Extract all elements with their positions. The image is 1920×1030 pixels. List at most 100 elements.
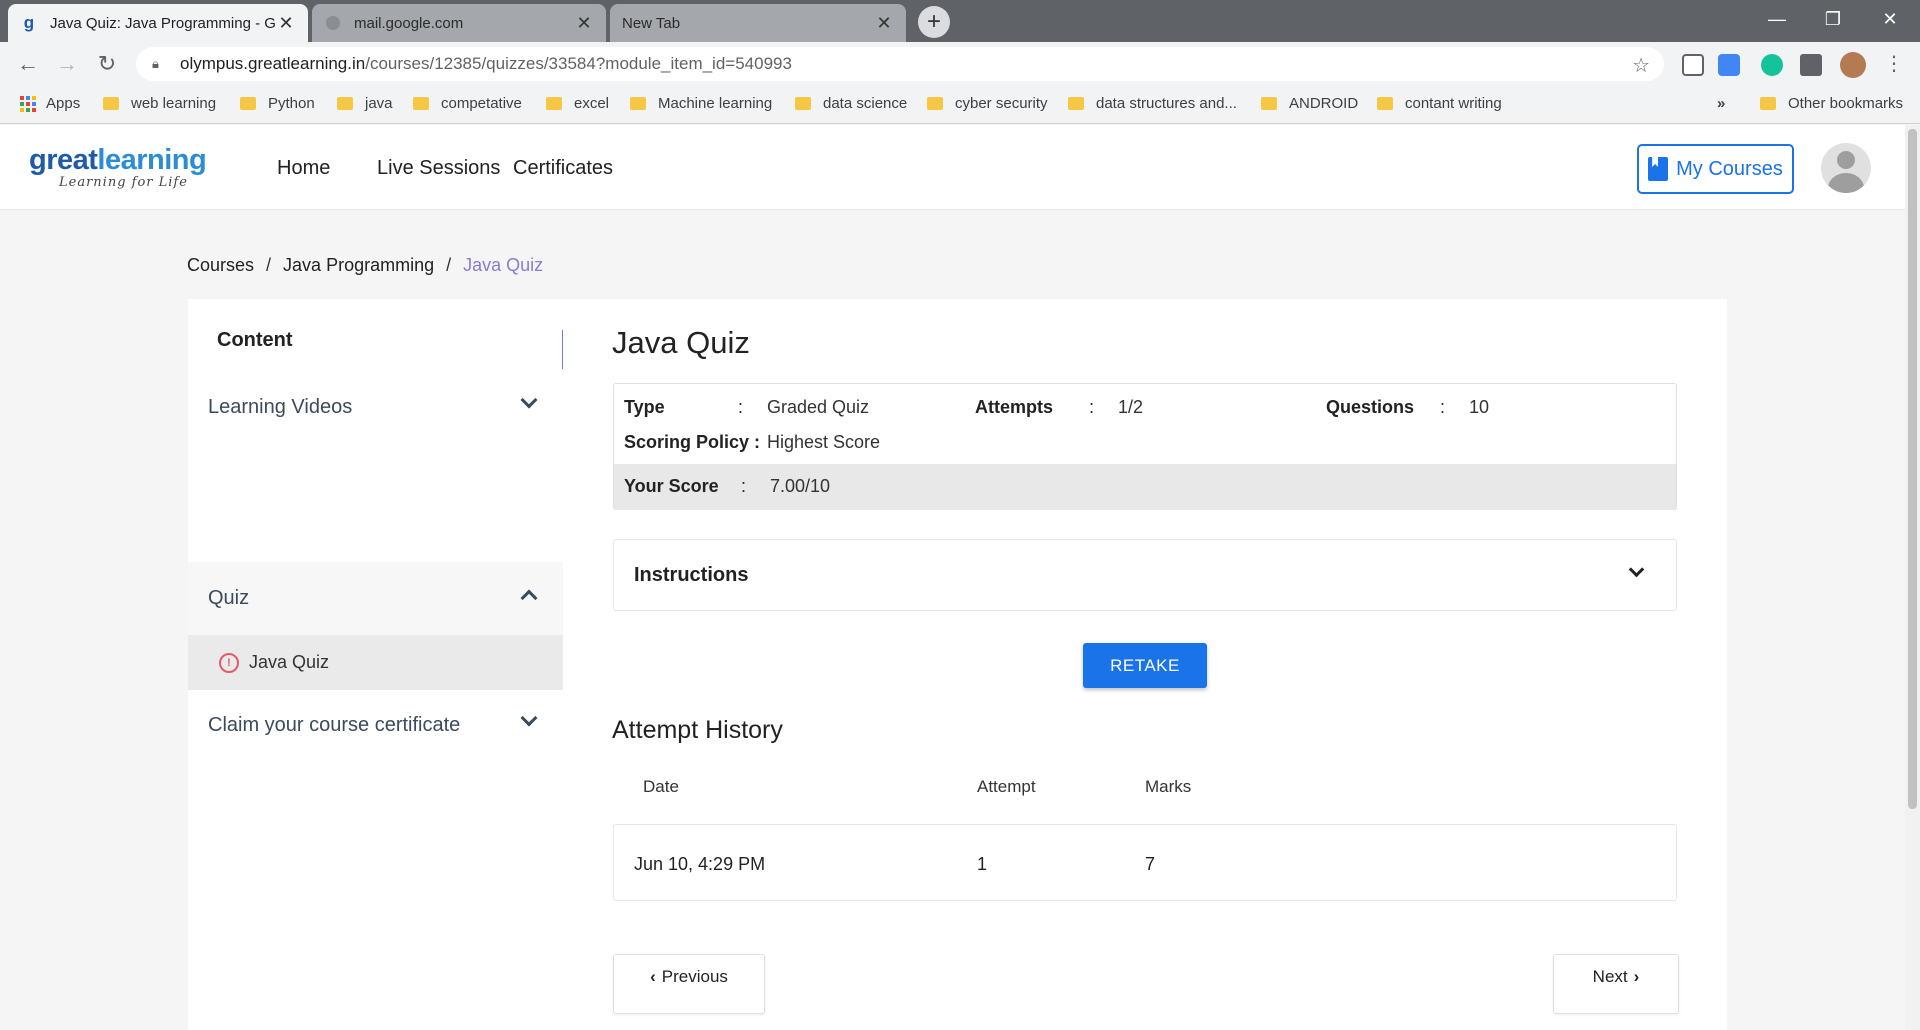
breadcrumb-courses[interactable]: Courses — [187, 255, 254, 276]
my-courses-button[interactable]: My Courses — [1637, 144, 1794, 194]
bookmark-folder[interactable]: web learning — [103, 95, 216, 112]
bookmark-label: competative — [441, 95, 522, 112]
attempt-history-title: Attempt History — [612, 716, 783, 744]
sidebar-title: Content — [217, 329, 293, 351]
bookmark-label: java — [365, 95, 393, 112]
column-header-attempt: Attempt — [977, 777, 1036, 796]
address-bar[interactable]: 🔒︎ olympus.greatlearning.in/courses/1238… — [136, 47, 1664, 81]
bookmark-label: excel — [574, 95, 610, 112]
avatar[interactable] — [1821, 143, 1871, 193]
nav-live-sessions[interactable]: Live Sessions — [377, 157, 500, 180]
minimize-icon[interactable]: — — [1749, 0, 1805, 38]
nav-home[interactable]: Home — [277, 157, 330, 180]
bookmark-folder[interactable]: cyber security — [927, 95, 1048, 112]
greatlearning-logo[interactable]: greatlearning Learning for Life — [29, 144, 207, 190]
bookmarks-overflow-button[interactable]: » — [1717, 95, 1725, 112]
forward-icon[interactable]: → — [53, 50, 81, 78]
lock-icon: 🔒︎ — [152, 56, 159, 71]
chevron-left-icon: ‹ — [650, 967, 656, 986]
folder-icon — [1261, 97, 1277, 110]
attempts-value: 1/2 — [1118, 397, 1144, 417]
bookmark-folder[interactable]: java — [337, 95, 393, 112]
back-icon[interactable]: ← — [14, 50, 42, 78]
bookmark-apps[interactable]: Apps — [20, 95, 80, 112]
bookmark-star-icon[interactable]: ☆ — [1632, 53, 1650, 78]
score-row: Your Score : 7.00/10 — [614, 464, 1676, 510]
breadcrumb-current: Java Quiz — [463, 255, 544, 275]
close-window-icon[interactable]: ✕ — [1862, 0, 1918, 38]
close-tab-icon[interactable]: ✕ — [276, 13, 296, 34]
bookmark-label: data science — [823, 95, 908, 112]
close-tab-icon[interactable]: ✕ — [574, 13, 594, 34]
folder-icon — [1760, 97, 1776, 110]
bookmark-folder[interactable]: contant writing — [1377, 95, 1502, 112]
logo-text-learning: learning — [97, 144, 207, 176]
attempt-date: Jun 10, 4:29 PM — [634, 854, 766, 874]
close-tab-icon[interactable]: ✕ — [874, 13, 894, 34]
sidebar-section-quiz[interactable]: Quiz — [188, 562, 563, 635]
bookmark-folder[interactable]: ANDROID — [1261, 95, 1358, 112]
grammarly-icon[interactable] — [1761, 54, 1783, 76]
breadcrumb-java-programming[interactable]: Java Programming — [283, 255, 434, 276]
browser-toolbar: ← → ↻ 🔒︎ olympus.greatlearning.in/course… — [0, 42, 1920, 86]
questions-value: 10 — [1469, 397, 1490, 417]
bookmark-label: ANDROID — [1289, 95, 1359, 112]
greatlearning-favicon-icon: g — [23, 13, 35, 32]
bookmark-label: web learning — [131, 95, 217, 112]
sidebar-section-label: Claim your course certificate — [208, 713, 461, 736]
table-row: Jun 10, 4:29 PM 1 7 — [613, 824, 1677, 901]
sidebar-section-learning-videos[interactable]: Learning Videos — [188, 372, 563, 442]
folder-icon — [630, 97, 646, 110]
colon: : — [1089, 397, 1095, 417]
extensions-icon[interactable] — [1800, 54, 1822, 76]
book-icon — [1648, 157, 1669, 181]
translate-icon[interactable] — [1718, 54, 1740, 76]
bookmark-folder[interactable]: competative — [413, 95, 522, 112]
bookmark-folder[interactable]: Python — [240, 95, 315, 112]
restore-icon[interactable]: ❐ — [1805, 0, 1861, 38]
new-tab-button[interactable]: + — [918, 6, 950, 38]
breadcrumb-separator: / — [266, 255, 272, 275]
type-label: Type — [624, 397, 665, 417]
bookmark-folder[interactable]: data science — [795, 95, 907, 112]
other-bookmarks[interactable]: Other bookmarks — [1760, 95, 1903, 112]
sidebar-section-label: Quiz — [208, 587, 250, 609]
breadcrumb-separator: / — [446, 255, 452, 275]
page-title: Java Quiz — [612, 325, 750, 360]
bookmark-folder[interactable]: data structures and... — [1068, 95, 1237, 112]
sidebar-item-java-quiz[interactable]: ! Java Quiz — [188, 635, 563, 690]
apps-grid-icon — [20, 95, 36, 112]
tab-new-tab[interactable]: New Tab ✕ — [610, 4, 906, 42]
tab-java-quiz[interactable]: g Java Quiz: Java Programming - Gr ✕ — [8, 4, 308, 42]
next-button[interactable]: Next › — [1553, 954, 1679, 1014]
bookmark-folder[interactable]: excel — [546, 95, 609, 112]
folder-icon — [1068, 97, 1084, 110]
page-viewport: greatlearning Learning for Life Home Liv… — [0, 125, 1905, 1030]
quiz-main-panel: Java Quiz Type : Graded Quiz Attempts : … — [563, 299, 1727, 1030]
nav-certificates[interactable]: Certificates — [513, 157, 613, 180]
cast-icon[interactable] — [1682, 54, 1704, 76]
bookmark-folder[interactable]: Machine learning — [630, 95, 772, 112]
instructions-accordion[interactable]: Instructions — [613, 539, 1677, 611]
scoring-policy-value: Highest Score — [767, 432, 881, 452]
menu-kebab-icon[interactable]: ⋮ — [1880, 50, 1908, 78]
score-value: 7.00/10 — [770, 476, 831, 496]
scoring-policy-label: Scoring Policy : — [624, 432, 761, 452]
chevron-down-icon — [520, 391, 538, 409]
retake-button[interactable]: RETAKE — [1083, 643, 1207, 688]
folder-icon — [795, 97, 811, 110]
reload-icon[interactable]: ↻ — [93, 50, 121, 78]
colon: : — [738, 397, 744, 417]
scrollbar-thumb[interactable] — [1908, 129, 1917, 809]
sidebar-section-claim-certificate[interactable]: Claim your course certificate — [188, 690, 563, 760]
page-scrollbar[interactable] — [1905, 125, 1920, 1030]
tab-gmail[interactable]: mail.google.com ✕ — [312, 4, 606, 42]
next-label: Next — [1592, 967, 1628, 986]
bookmark-label: Python — [268, 95, 315, 112]
folder-icon — [1377, 97, 1393, 110]
previous-button[interactable]: ‹ Previous — [613, 954, 765, 1014]
logo-tagline: Learning for Life — [59, 175, 188, 190]
profile-icon[interactable] — [1840, 52, 1866, 78]
bookmark-label: Apps — [46, 95, 81, 112]
site-header: greatlearning Learning for Life Home Liv… — [0, 125, 1905, 210]
